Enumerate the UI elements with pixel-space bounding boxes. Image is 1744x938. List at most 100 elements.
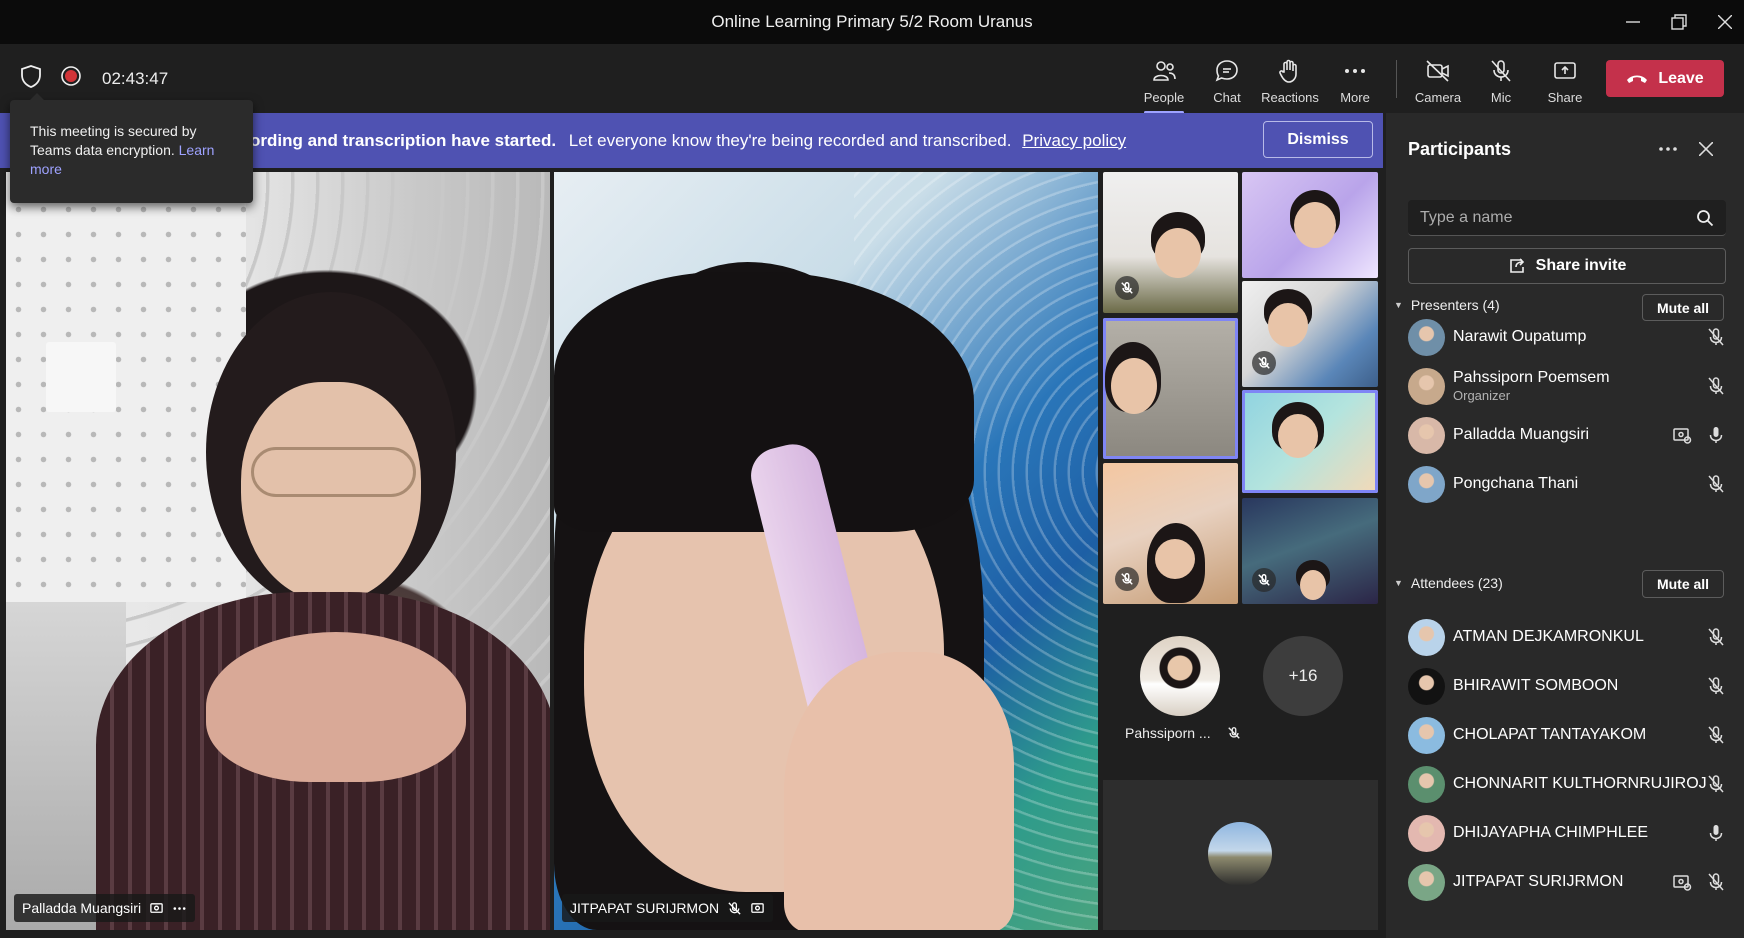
dismiss-button[interactable]: Dismiss: [1263, 121, 1373, 158]
avatar: [1408, 367, 1445, 405]
tile-name: Pahssiporn ...: [1125, 725, 1211, 741]
video-thumbnail[interactable]: [1103, 172, 1238, 313]
video-thumbnail[interactable]: [1242, 172, 1378, 278]
mic-off-icon: [1121, 282, 1133, 294]
teams-meeting-window: Online Learning Primary 5/2 Room Uranus …: [0, 0, 1744, 938]
restore-button[interactable]: [1656, 0, 1702, 44]
participant-row[interactable]: ATMAN DEJKAMRONKUL: [1408, 615, 1726, 659]
pencil-cup: [46, 342, 116, 412]
mic-off-icon: [1708, 775, 1724, 793]
mic-off-icon: [1121, 573, 1133, 585]
mic-button[interactable]: Mic: [1471, 54, 1531, 110]
panel-more-button[interactable]: [1656, 137, 1680, 161]
toolbar-divider: [1396, 60, 1397, 98]
attendees-section-toggle[interactable]: ▼ Attendees (23): [1394, 575, 1503, 591]
more-participants-count[interactable]: +16: [1263, 636, 1343, 716]
banner-bold-text: ording and transcription have started.: [250, 130, 557, 150]
close-panel-button[interactable]: [1694, 137, 1718, 161]
participant-row[interactable]: JITPAPAT SURIJRMON: [1408, 860, 1726, 904]
heart-hands: [206, 632, 466, 782]
person-face: [1294, 202, 1336, 248]
raise-hand-icon: [1279, 59, 1297, 83]
attendees-header: Attendees (23): [1410, 575, 1503, 591]
participant-status-icons: [1706, 462, 1726, 506]
share-invite-label: Share invite: [1535, 257, 1627, 274]
avatar: [1408, 465, 1445, 503]
reactions-label: Reactions: [1261, 90, 1319, 105]
participant-status-icons: [1706, 811, 1726, 855]
video-thumbnail-speaking[interactable]: [1103, 318, 1238, 459]
restore-icon: [1671, 14, 1687, 30]
leave-button[interactable]: Leave: [1606, 60, 1724, 97]
presenters-header: Presenters (4): [1410, 297, 1500, 313]
share-button[interactable]: Share: [1535, 54, 1595, 110]
camera-button[interactable]: Camera: [1408, 54, 1468, 110]
video-thumbnail-speaking[interactable]: [1242, 390, 1378, 493]
self-avatar: [1208, 822, 1272, 886]
participant-row[interactable]: Palladda Muangsiri: [1408, 413, 1726, 457]
privacy-policy-link[interactable]: Privacy policy: [1022, 131, 1126, 150]
chat-button[interactable]: Chat: [1197, 54, 1257, 110]
avatar: [1408, 318, 1445, 356]
video-jitpapat[interactable]: [554, 172, 1098, 930]
participant-row[interactable]: BHIRAWIT SOMBOON: [1408, 664, 1726, 708]
pin-icon: [150, 902, 163, 913]
camera-label: Camera: [1414, 90, 1462, 105]
encryption-tooltip: This meeting is secured by Teams data en…: [10, 93, 253, 203]
minimize-button[interactable]: [1610, 0, 1656, 44]
participant-name: Pongchana Thani: [1453, 475, 1579, 492]
person-face: [1111, 358, 1157, 414]
title-bar: Online Learning Primary 5/2 Room Uranus: [0, 0, 1744, 44]
participant-row[interactable]: Pongchana Thani: [1408, 462, 1726, 506]
self-view-tile[interactable]: [1103, 780, 1378, 930]
participant-name: DHIJAYAPHA CHIMPHLEE: [1453, 824, 1649, 841]
participant-row[interactable]: Pahssiporn Poemsem Organizer: [1408, 364, 1726, 408]
camera-off-icon: [1426, 60, 1449, 82]
video-thumbnail[interactable]: [1242, 281, 1378, 387]
screen-share-icon: [1673, 428, 1692, 444]
hang-up-icon: [1627, 75, 1648, 83]
participant-row[interactable]: CHOLAPAT TANTAYAKOM: [1408, 713, 1726, 757]
participant-text: Palladda Muangsiri: [1453, 426, 1589, 444]
participants-panel: Participants Share invite ▼ Presenters (…: [1386, 113, 1744, 938]
search-icon[interactable]: [1696, 209, 1714, 227]
people-icon: [1153, 61, 1176, 81]
presenters-section-toggle[interactable]: ▼ Presenters (4): [1394, 297, 1500, 313]
share-invite-button[interactable]: Share invite: [1408, 248, 1726, 284]
participant-text: ATMAN DEJKAMRONKUL: [1453, 628, 1644, 646]
participant-row[interactable]: CHONNARIT KULTHORNRUJIROJ: [1408, 762, 1726, 806]
video-palladda[interactable]: [6, 172, 550, 930]
video-thumbnail[interactable]: [1103, 463, 1238, 604]
meeting-info: 02:43:47: [20, 64, 168, 93]
mic-off-icon: [1708, 628, 1724, 646]
search-input[interactable]: [1420, 208, 1696, 227]
participant-search[interactable]: [1408, 200, 1726, 236]
shield-icon[interactable]: [20, 64, 42, 93]
avatar-pahssiporn[interactable]: [1140, 636, 1220, 716]
mute-all-attendees-button[interactable]: Mute all: [1642, 570, 1724, 598]
participant-status-icons: [1706, 664, 1726, 708]
participant-text: DHIJAYAPHA CHIMPHLEE: [1453, 824, 1648, 842]
video-thumbnail[interactable]: [1242, 498, 1378, 604]
more-options-icon[interactable]: [172, 901, 187, 916]
avatar: [1408, 716, 1445, 754]
close-window-button[interactable]: [1702, 0, 1744, 44]
avatar: [1408, 416, 1445, 454]
more-button[interactable]: More: [1325, 54, 1385, 110]
mic-off-icon: [1708, 328, 1724, 346]
screen-share-icon: [1673, 875, 1692, 891]
participant-row[interactable]: Narawit Oupatump: [1408, 315, 1726, 359]
reactions-button[interactable]: Reactions: [1260, 54, 1320, 110]
minimize-icon: [1626, 21, 1640, 23]
more-label: More: [1340, 90, 1370, 105]
mic-off-icon: [1227, 727, 1240, 739]
person-face: [1155, 228, 1201, 278]
participant-text: Pongchana Thani: [1453, 475, 1578, 493]
mic-off-icon: [1258, 574, 1270, 586]
thumb-mic-off: [1115, 567, 1139, 591]
participant-text: CHOLAPAT TANTAYAKOM: [1453, 726, 1646, 744]
participant-name: Narawit Oupatump: [1453, 328, 1587, 345]
people-button[interactable]: People: [1134, 54, 1194, 114]
participant-row[interactable]: DHIJAYAPHA CHIMPHLEE: [1408, 811, 1726, 855]
participant-name: ATMAN DEJKAMRONKUL: [1453, 628, 1644, 645]
